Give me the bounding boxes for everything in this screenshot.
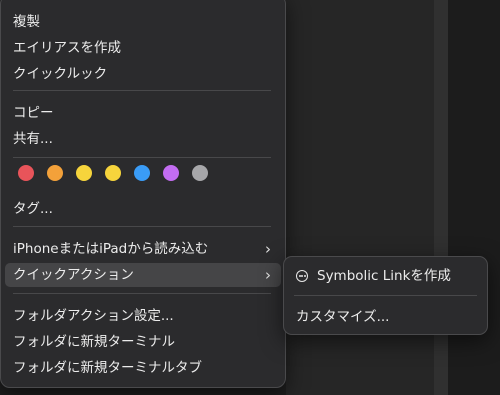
- tag-color-orange[interactable]: [47, 165, 63, 181]
- menu-item-label: フォルダに新規ターミナルタブ: [13, 360, 202, 376]
- menu-item-quick-actions[interactable]: クイックアクション ›: [5, 263, 281, 287]
- menu-item-label: iPhoneまたはiPadから読み込む: [13, 241, 209, 257]
- chevron-right-icon: ›: [265, 240, 271, 258]
- menu-item-label: 複製: [13, 14, 40, 30]
- menu-item-new-terminal-tab[interactable]: フォルダに新規ターミナルタブ: [5, 356, 281, 380]
- chevron-right-icon: ›: [265, 266, 271, 284]
- menu-item-new-terminal[interactable]: フォルダに新規ターミナル: [5, 330, 281, 354]
- submenu-item-customize[interactable]: カスタマイズ...: [288, 305, 483, 329]
- menu-item-tags[interactable]: タグ...: [5, 197, 281, 221]
- more-ellipsis-icon: [296, 270, 308, 282]
- submenu-item-label: Symbolic Linkを作成: [317, 268, 451, 284]
- menu-separator: [13, 293, 271, 294]
- quick-actions-submenu: Symbolic Linkを作成 カスタマイズ...: [283, 256, 488, 335]
- tag-color-yellow[interactable]: [76, 165, 92, 181]
- menu-separator: [13, 226, 271, 227]
- menu-item-copy[interactable]: コピー: [5, 101, 281, 125]
- submenu-item-symbolic-link[interactable]: Symbolic Linkを作成: [288, 264, 483, 288]
- menu-item-label: クイックアクション: [13, 267, 134, 283]
- background-panel: [286, 0, 434, 395]
- menu-item-label: エイリアスを作成: [13, 40, 121, 56]
- tag-color-purple[interactable]: [163, 165, 179, 181]
- menu-separator: [13, 157, 271, 158]
- menu-item-quick-look[interactable]: クイックルック: [5, 62, 281, 86]
- menu-item-label: クイックルック: [13, 66, 108, 82]
- tag-color-red[interactable]: [18, 165, 34, 181]
- menu-item-label: タグ...: [13, 201, 53, 217]
- menu-separator: [13, 90, 271, 91]
- menu-item-make-alias[interactable]: エイリアスを作成: [5, 36, 281, 60]
- background-panel-right: [448, 0, 500, 395]
- menu-item-share[interactable]: 共有...: [5, 127, 281, 151]
- tag-color-gray[interactable]: [192, 165, 208, 181]
- menu-item-label: 共有...: [13, 131, 53, 147]
- tag-color-yellow-2[interactable]: [105, 165, 121, 181]
- menu-separator: [294, 295, 477, 296]
- menu-item-label: フォルダアクション設定...: [13, 308, 174, 324]
- menu-item-duplicate[interactable]: 複製: [5, 10, 281, 34]
- background-divider: [434, 0, 448, 395]
- menu-item-label: フォルダに新規ターミナル: [13, 334, 175, 350]
- menu-item-label: コピー: [13, 105, 54, 121]
- menu-item-import-from-iphone[interactable]: iPhoneまたはiPadから読み込む ›: [5, 237, 281, 261]
- tag-color-blue[interactable]: [134, 165, 150, 181]
- submenu-item-label: カスタマイズ...: [296, 309, 390, 325]
- context-menu: 複製 エイリアスを作成 クイックルック コピー 共有... タグ... iPho…: [0, 0, 286, 388]
- menu-item-folder-actions[interactable]: フォルダアクション設定...: [5, 304, 281, 328]
